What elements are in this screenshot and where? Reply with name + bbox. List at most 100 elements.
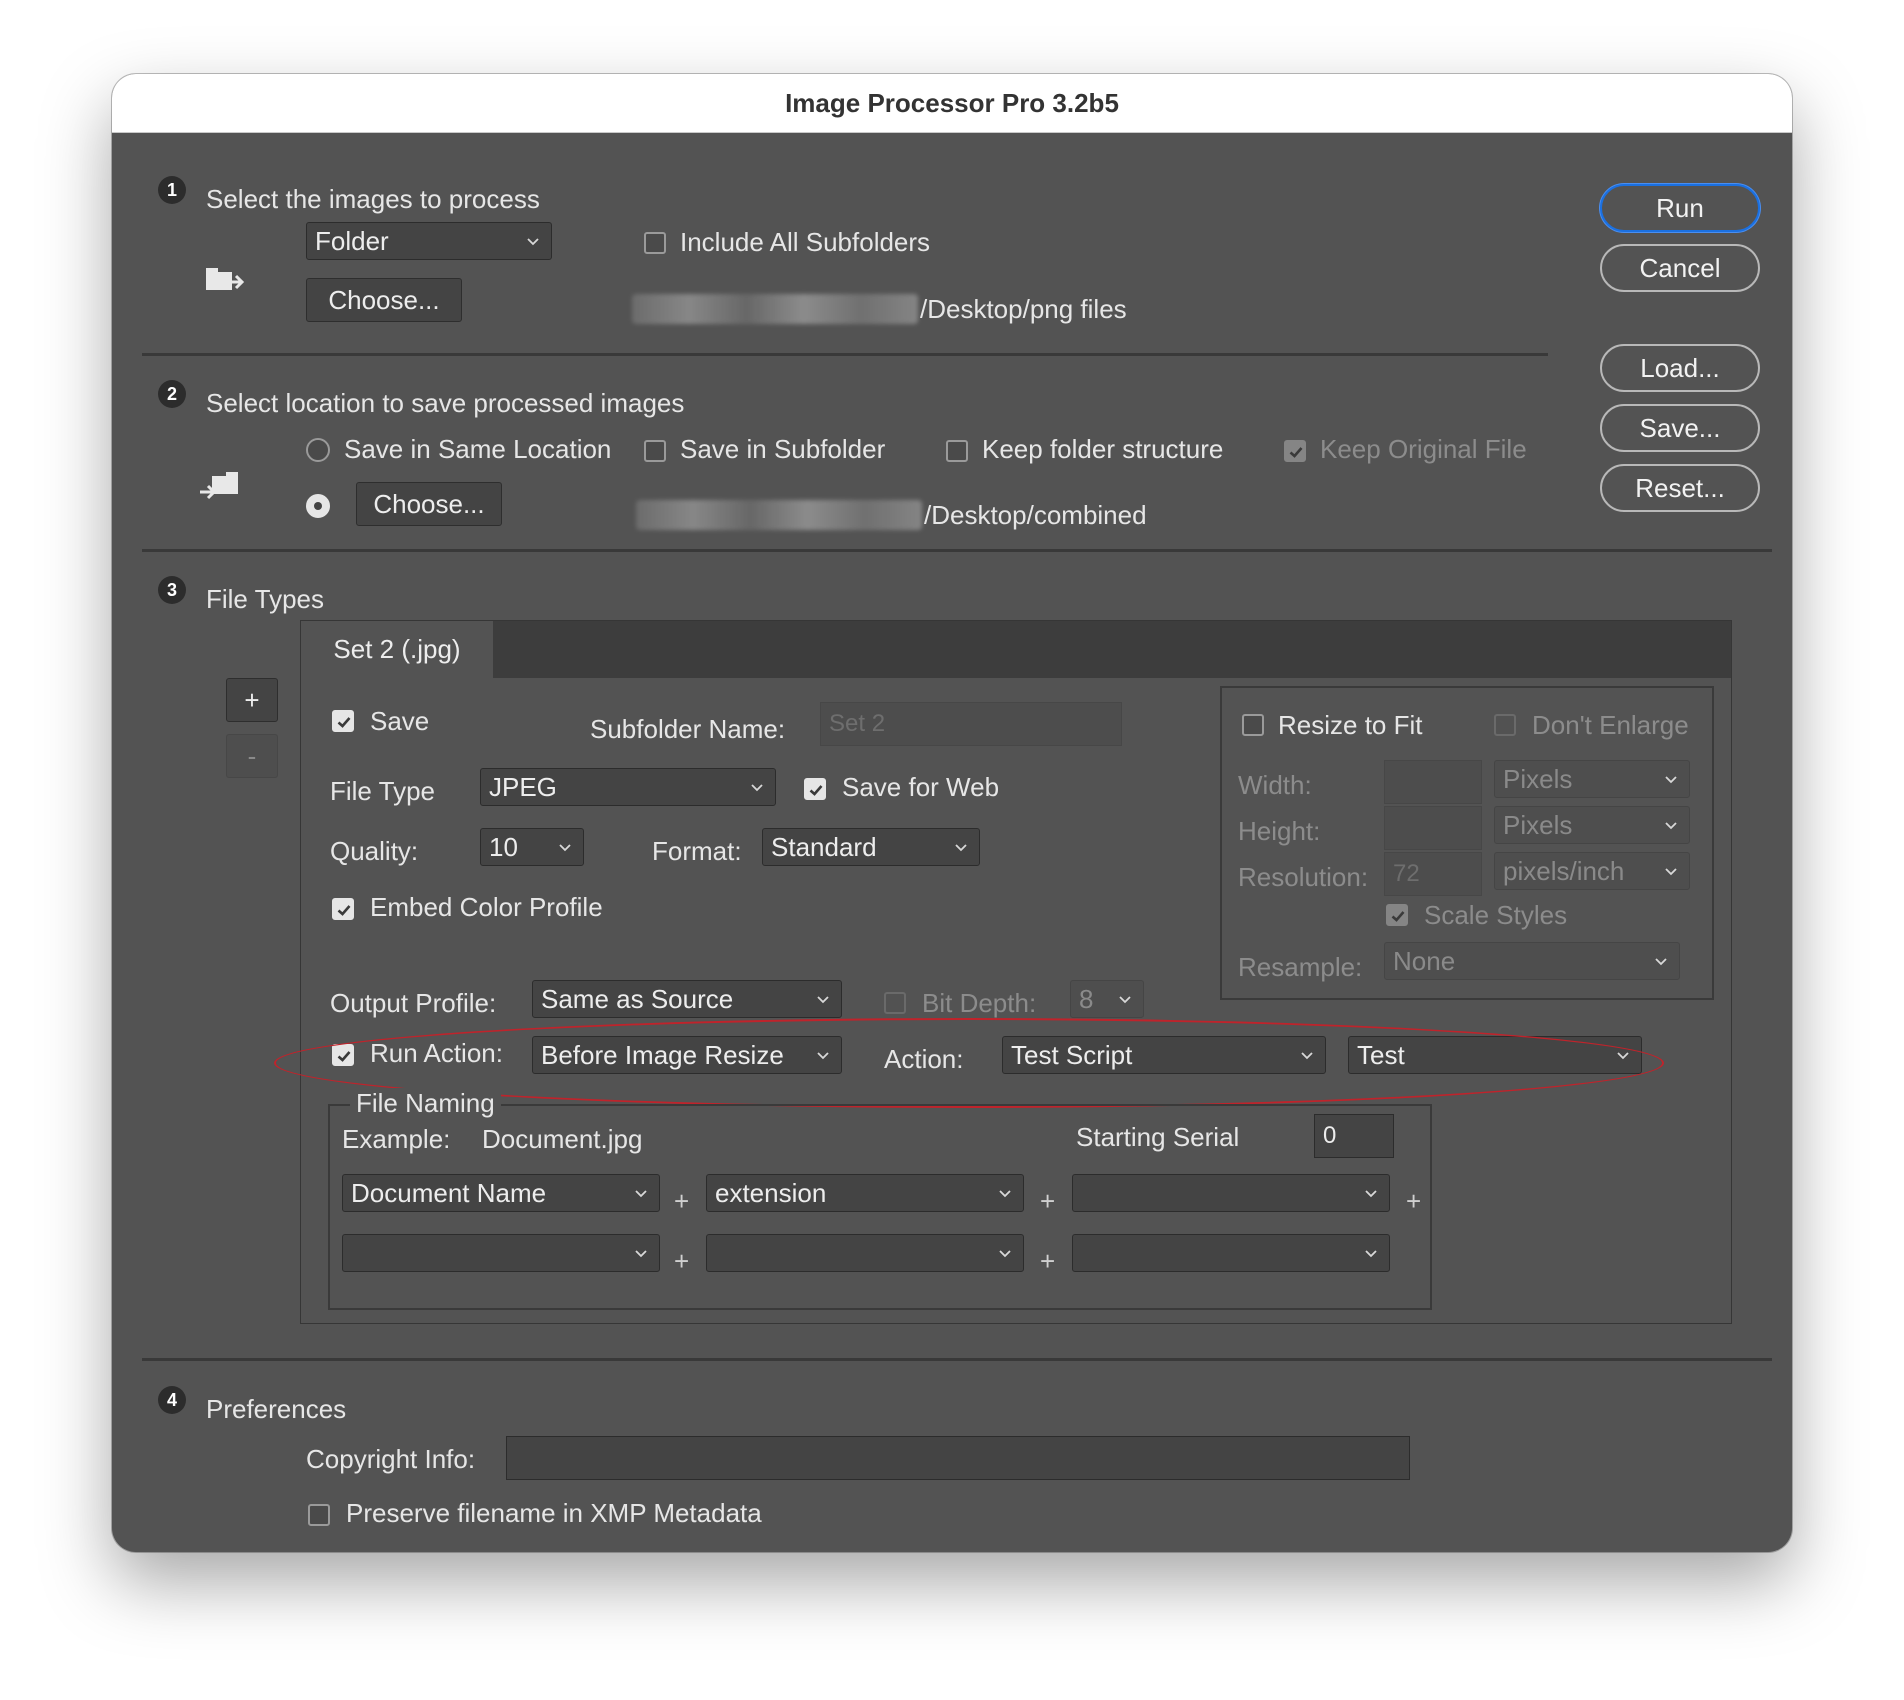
quality-select[interactable]: 10 — [480, 828, 584, 866]
format-select[interactable]: Standard — [762, 828, 980, 866]
action-set-value: Test Script — [1011, 1039, 1133, 1070]
run-action-timing-value: Before Image Resize — [541, 1039, 784, 1070]
naming-field-5[interactable] — [706, 1234, 1024, 1272]
save-settings-button[interactable]: Save... — [1600, 404, 1760, 452]
same-location-label: Save in Same Location — [344, 434, 612, 464]
resize-to-fit-checkbox[interactable] — [1242, 714, 1264, 736]
source-select[interactable]: Folder — [306, 222, 552, 260]
keep-folder-structure-checkbox[interactable] — [946, 440, 968, 462]
separator — [142, 353, 1548, 356]
height-unit-select[interactable]: Pixels — [1494, 806, 1690, 844]
subfolder-name-input[interactable]: Set 2 — [820, 702, 1122, 746]
source-select-value: Folder — [315, 225, 389, 256]
bit-depth-value: 8 — [1079, 983, 1094, 1014]
include-subfolders-checkbox[interactable] — [644, 232, 666, 254]
chevron-down-icon — [557, 839, 573, 855]
remove-set-button[interactable]: - — [226, 734, 278, 778]
naming-field-6[interactable] — [1072, 1234, 1390, 1272]
bit-depth-select[interactable]: 8 — [1070, 980, 1144, 1018]
chevron-down-icon — [749, 779, 765, 795]
folder-destination-icon — [200, 472, 238, 500]
example-label: Example: — [342, 1124, 451, 1154]
preserve-filename-checkbox[interactable] — [308, 1504, 330, 1526]
step-3-number: 3 — [158, 576, 186, 604]
output-profile-label: Output Profile: — [330, 988, 497, 1018]
scale-styles-checkbox[interactable] — [1386, 904, 1408, 926]
choose-source-button[interactable]: Choose... — [306, 278, 462, 322]
resolution-input[interactable]: 72 — [1384, 852, 1482, 896]
separator — [142, 549, 1772, 552]
resample-select[interactable]: None — [1384, 942, 1680, 980]
chevron-down-icon — [1663, 817, 1679, 833]
include-subfolders-label: Include All Subfolders — [680, 227, 931, 257]
chevron-down-icon — [1117, 991, 1133, 1007]
chevron-down-icon — [633, 1185, 649, 1201]
run-button[interactable]: Run — [1600, 184, 1760, 232]
add-set-button[interactable]: + — [226, 678, 278, 722]
chevron-down-icon — [525, 233, 541, 249]
load-button[interactable]: Load... — [1600, 344, 1760, 392]
starting-serial-label: Starting Serial — [1076, 1122, 1240, 1152]
save-in-subfolder-checkbox[interactable] — [644, 440, 666, 462]
same-location-radio[interactable] — [306, 438, 330, 462]
run-action-checkbox[interactable] — [332, 1044, 354, 1066]
reset-button[interactable]: Reset... — [1600, 464, 1760, 512]
embed-color-profile-checkbox[interactable] — [332, 898, 354, 920]
chevron-down-icon — [997, 1245, 1013, 1261]
step-1-title: Select the images to process — [206, 184, 540, 214]
action-value: Test — [1357, 1039, 1405, 1070]
example-value: Document.jpg — [482, 1124, 643, 1154]
quality-label: Quality: — [330, 836, 419, 866]
width-unit-select[interactable]: Pixels — [1494, 760, 1690, 798]
save-set-label: Save — [370, 706, 430, 736]
window-title: Image Processor Pro 3.2b5 — [112, 74, 1792, 133]
step-4-number: 4 — [158, 1386, 186, 1414]
naming-field-3[interactable] — [1072, 1174, 1390, 1212]
chevron-down-icon — [633, 1245, 649, 1261]
dont-enlarge-checkbox[interactable] — [1494, 714, 1516, 736]
format-label: Format: — [652, 836, 742, 866]
copyright-input[interactable] — [506, 1436, 1410, 1480]
keep-original-file-checkbox[interactable] — [1284, 440, 1306, 462]
keep-original-file-label: Keep Original File — [1320, 434, 1527, 464]
plus-label: + — [1040, 1186, 1056, 1216]
starting-serial-input[interactable]: 0 — [1314, 1114, 1394, 1158]
file-naming-title: File Naming — [350, 1088, 501, 1119]
step-3-title: File Types — [206, 584, 325, 614]
output-profile-select[interactable]: Same as Source — [532, 980, 842, 1018]
resolution-unit-select[interactable]: pixels/inch — [1494, 852, 1690, 890]
file-type-select[interactable]: JPEG — [480, 768, 776, 806]
step-4-title: Preferences — [206, 1394, 347, 1424]
action-select[interactable]: Test — [1348, 1036, 1642, 1074]
cancel-button[interactable]: Cancel — [1600, 244, 1760, 292]
checkmark-icon — [1287, 443, 1305, 461]
width-input[interactable] — [1384, 760, 1482, 804]
naming-field-value: Document Name — [351, 1177, 547, 1208]
tab-set-2[interactable]: Set 2 (.jpg) — [301, 621, 493, 678]
run-action-label: Run Action: — [370, 1038, 503, 1068]
choose-destination-button[interactable]: Choose... — [356, 482, 502, 526]
chevron-down-icon — [1363, 1245, 1379, 1261]
width-label: Width: — [1238, 770, 1312, 800]
save-set-checkbox[interactable] — [332, 710, 354, 732]
save-in-subfolder-label: Save in Subfolder — [680, 434, 886, 464]
run-action-timing-select[interactable]: Before Image Resize — [532, 1036, 842, 1074]
save-for-web-checkbox[interactable] — [804, 778, 826, 800]
step-2-number: 2 — [158, 380, 186, 408]
scale-styles-label: Scale Styles — [1424, 900, 1568, 930]
bit-depth-checkbox[interactable] — [884, 992, 906, 1014]
chevron-down-icon — [997, 1185, 1013, 1201]
naming-field-2[interactable]: extension — [706, 1174, 1024, 1212]
resolution-unit-value: pixels/inch — [1503, 855, 1625, 886]
naming-field-1[interactable]: Document Name — [342, 1174, 660, 1212]
destination-path-label: /Desktop/combined — [924, 500, 1147, 530]
quality-value: 10 — [489, 831, 518, 862]
source-path-label: /Desktop/png files — [920, 294, 1127, 324]
naming-field-4[interactable] — [342, 1234, 660, 1272]
height-input[interactable] — [1384, 806, 1482, 850]
step-2-title: Select location to save processed images — [206, 388, 685, 418]
step-1-number: 1 — [158, 176, 186, 204]
choose-destination-radio[interactable] — [306, 494, 330, 518]
copyright-label: Copyright Info: — [306, 1444, 476, 1474]
action-set-select[interactable]: Test Script — [1002, 1036, 1326, 1074]
